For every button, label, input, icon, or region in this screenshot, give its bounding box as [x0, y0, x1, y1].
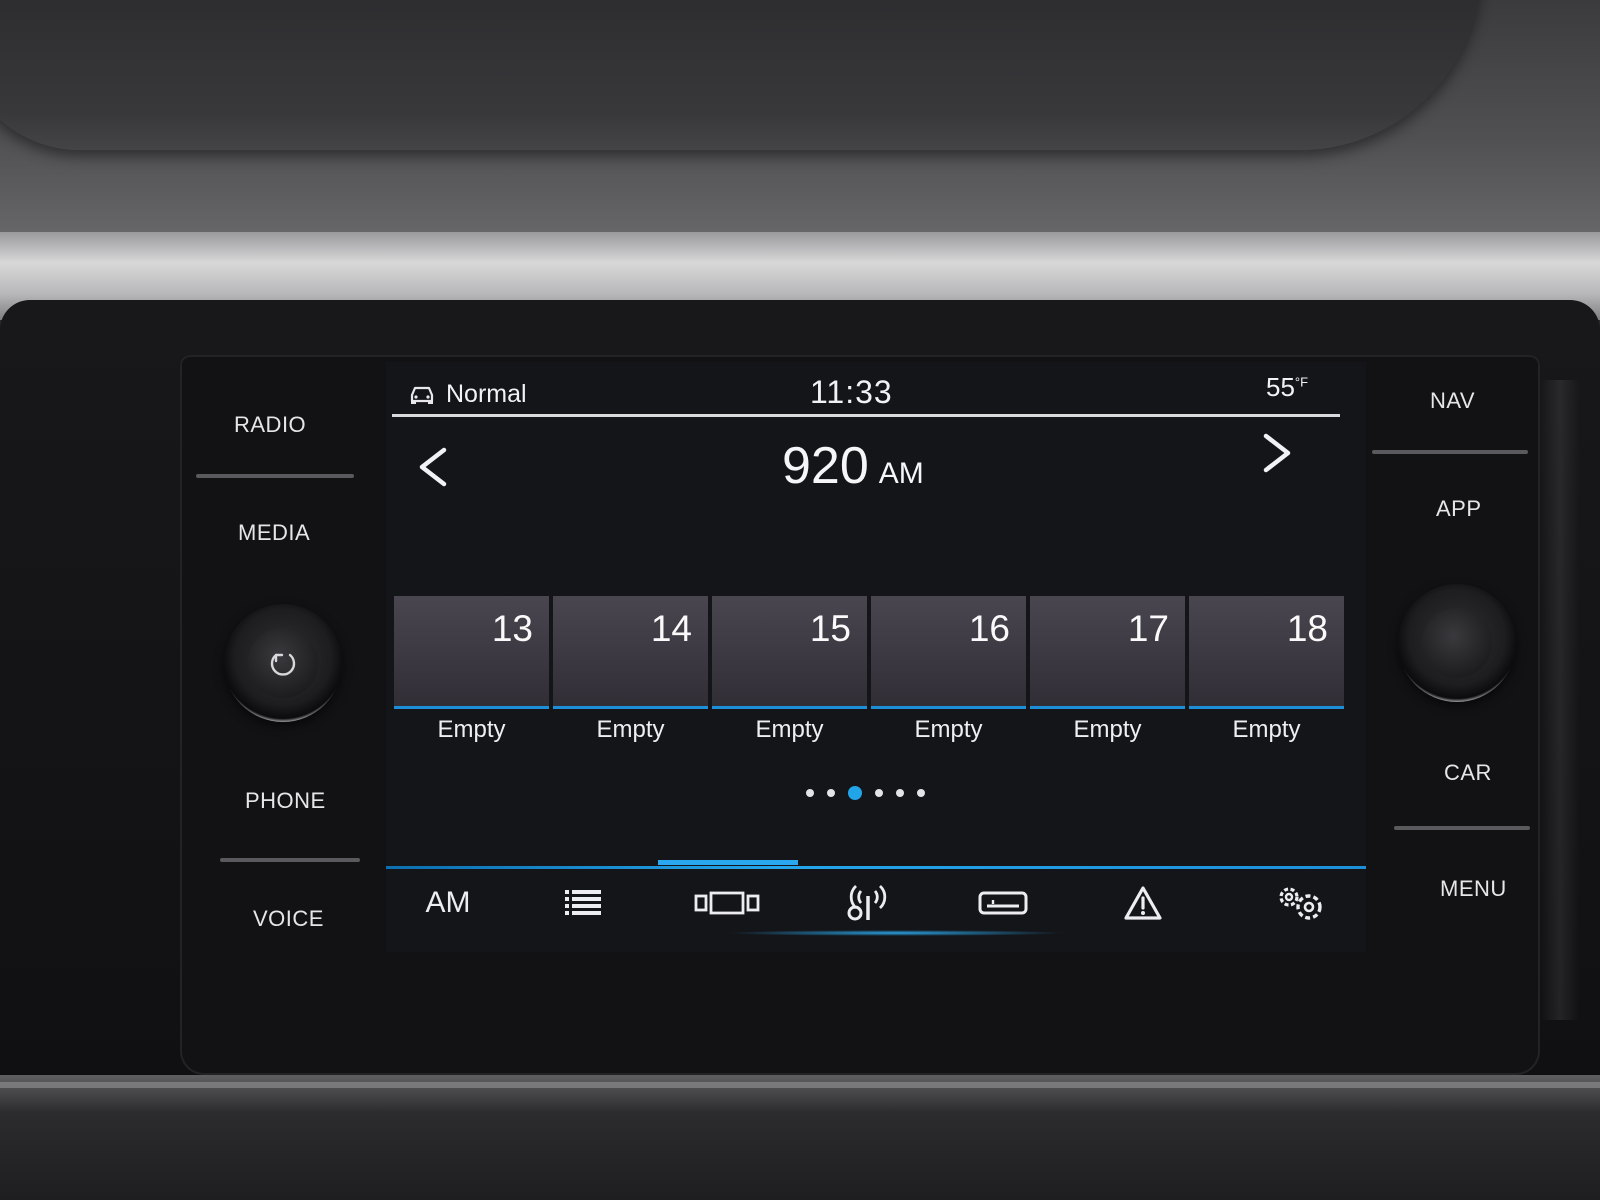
drive-mode-indicator[interactable]: Normal	[408, 380, 527, 409]
phone-button[interactable]: PHONE	[245, 788, 326, 814]
page-dot[interactable]	[827, 789, 835, 797]
separator	[220, 858, 360, 862]
page-dot[interactable]	[896, 789, 904, 797]
page-dot-active[interactable]	[848, 786, 862, 800]
preset-label: Empty	[437, 716, 506, 743]
separator	[1394, 826, 1530, 830]
volume-knob[interactable]	[224, 604, 342, 722]
dashboard-hood	[0, 0, 1480, 150]
preset-number: 18	[1286, 608, 1328, 649]
glass-reflection	[1540, 380, 1580, 1020]
frequency-value: 920	[782, 437, 869, 495]
preset-number: 13	[491, 608, 533, 649]
preset-number: 17	[1127, 608, 1169, 649]
presets-view-icon	[694, 891, 760, 915]
radio-settings-button[interactable]	[1274, 878, 1328, 928]
presets-view-button[interactable]	[692, 878, 762, 928]
knob-cap	[1422, 608, 1492, 678]
clock: 11:33	[810, 374, 893, 410]
scan-button[interactable]	[842, 878, 892, 928]
band-unit: AM	[878, 457, 924, 490]
temperature-unit: °F	[1294, 374, 1309, 390]
list-icon	[565, 890, 601, 915]
preset-label: Empty	[1073, 716, 1142, 743]
preset-row: 13 Empty 14 Empty 15 Empty 16 Empty 17 E…	[394, 596, 1344, 746]
outside-temperature: 55°F	[1266, 372, 1308, 403]
preset-tile[interactable]: 18 Empty	[1189, 596, 1344, 746]
alerts-button[interactable]	[1120, 878, 1166, 928]
preset-underline	[712, 706, 867, 709]
traffic-icon	[978, 891, 1028, 915]
station-list-button[interactable]	[558, 878, 608, 928]
tune-knob[interactable]	[1398, 584, 1516, 702]
separator	[1372, 450, 1528, 454]
bottom-trim-line	[0, 1082, 1600, 1088]
temperature-value: 55	[1266, 372, 1295, 402]
status-divider	[392, 414, 1340, 417]
page-dot[interactable]	[917, 789, 925, 797]
preset-number: 16	[968, 608, 1010, 649]
media-button[interactable]: MEDIA	[238, 520, 310, 546]
separator	[196, 474, 354, 478]
preset-tile[interactable]: 13 Empty	[394, 596, 549, 746]
preset-underline	[1189, 706, 1344, 709]
radio-button[interactable]: RADIO	[234, 412, 306, 438]
drive-mode-label: Normal	[446, 380, 527, 408]
preset-number: 14	[650, 608, 692, 649]
next-station-arrow-icon[interactable]	[1260, 432, 1294, 474]
preset-tile[interactable]: 15 Empty	[712, 596, 867, 746]
page-dot[interactable]	[806, 789, 814, 797]
preset-number: 15	[809, 608, 851, 649]
nav-button[interactable]: NAV	[1430, 388, 1475, 414]
preset-tile[interactable]: 16 Empty	[871, 596, 1026, 746]
status-bar: Normal 11:33 55°F	[386, 362, 1366, 416]
band-select-button[interactable]: AM	[416, 878, 480, 928]
traffic-info-button[interactable]	[976, 878, 1030, 928]
preset-label: Empty	[1232, 716, 1301, 743]
page-dot[interactable]	[875, 789, 883, 797]
preset-tile[interactable]: 17 Empty	[1030, 596, 1185, 746]
preset-tile[interactable]: 14 Empty	[553, 596, 708, 746]
app-button[interactable]: APP	[1436, 496, 1482, 522]
settings-icon	[1279, 887, 1322, 920]
car-profile-icon	[410, 386, 434, 404]
preset-underline	[553, 706, 708, 709]
voice-button[interactable]: VOICE	[253, 906, 324, 932]
toolbar-divider	[386, 866, 1366, 869]
menu-button[interactable]: MENU	[1440, 876, 1507, 902]
bottom-trim	[0, 1075, 1600, 1200]
radio-screen: Normal 11:33 55°F 920 AM 13 Empty 14 Empt…	[386, 362, 1366, 952]
preset-label: Empty	[596, 716, 665, 743]
current-frequency: 920 AM	[782, 436, 924, 496]
preset-label: Empty	[755, 716, 824, 743]
warning-icon	[1124, 886, 1162, 920]
preset-underline	[871, 706, 1026, 709]
power-icon	[270, 653, 296, 676]
preset-label: Empty	[914, 716, 983, 743]
previous-station-arrow-icon[interactable]	[416, 446, 450, 488]
car-button[interactable]: CAR	[1444, 760, 1492, 786]
scan-icon	[847, 884, 887, 921]
preset-underline	[394, 706, 549, 709]
toolbar-glow	[726, 930, 1066, 936]
active-tab-indicator	[658, 860, 798, 865]
page-indicator	[806, 786, 925, 800]
preset-underline	[1030, 706, 1185, 709]
radio-toolbar: AM	[386, 878, 1366, 938]
